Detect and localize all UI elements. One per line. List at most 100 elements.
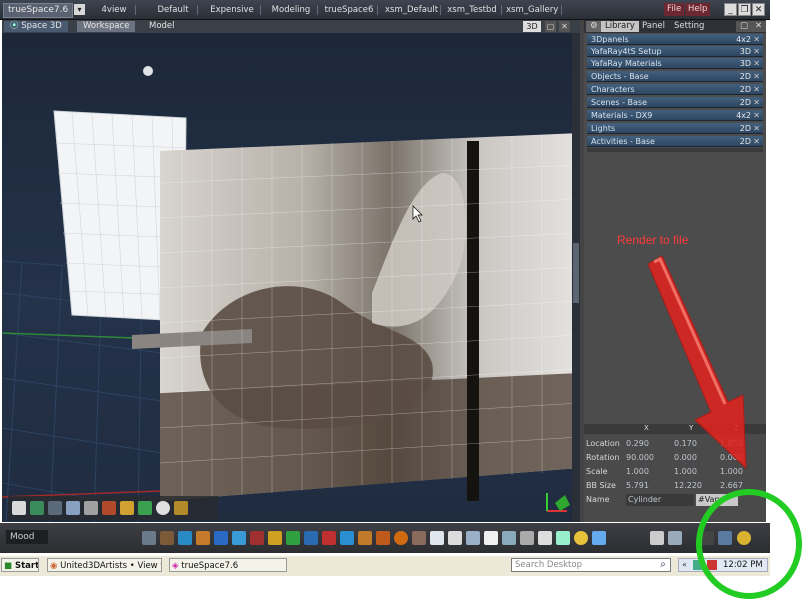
maximize-viewport-icon[interactable]: ▢ [545,21,556,32]
close-viewport-icon[interactable]: ✕ [559,21,570,32]
y-axis-icon[interactable] [304,531,318,545]
panel-maximize-icon[interactable]: ▢ [736,21,753,32]
prop-x-field[interactable]: 90.000 [626,452,654,464]
prop-z-field[interactable]: 0.000 [720,452,743,464]
library-row-scenes-base[interactable]: Scenes - Base 2D ✕ [587,97,763,108]
library-row-close-icon[interactable]: ✕ [753,97,760,108]
prop-x-field[interactable]: 0.290 [626,438,649,450]
close-button[interactable]: ✕ [752,3,765,16]
start-button[interactable]: ■ Start [1,558,39,572]
layout-tab-expensive[interactable]: Expensive [207,4,261,16]
paint-tool-icon[interactable] [66,501,80,515]
tab-panel[interactable]: Panel [638,21,669,32]
view-mode-3d-button[interactable]: 3D [523,21,541,32]
cube-icon[interactable] [214,531,228,545]
layout-tab-modeling[interactable]: Modeling [268,4,318,16]
tray-expand-icon[interactable]: « [682,559,687,571]
export-icon[interactable] [668,531,682,545]
move-icon[interactable] [142,531,156,545]
renderer-icon[interactable] [718,531,732,545]
light-icon[interactable] [143,66,153,76]
render-settings-icon[interactable] [700,531,714,545]
sphere-tool-icon[interactable] [156,501,170,515]
library-row-view[interactable]: 3D [740,58,751,69]
scale-icon[interactable] [178,531,192,545]
select-arrow-icon[interactable] [12,501,26,515]
library-row-yafaray-materials[interactable]: YafaRay Materials 3D ✕ [587,58,763,69]
library-row-activities-base[interactable]: Activities - Base 2D ✕ [587,136,763,147]
camera-icon[interactable] [196,531,210,545]
render-view-icon[interactable] [502,531,516,545]
library-row-view[interactable]: 2D [740,136,751,147]
prop-z-field[interactable]: 1.853 [720,438,743,450]
tray-app-icon[interactable] [707,560,717,570]
render-region-icon[interactable] [520,531,534,545]
library-row-view[interactable]: 4x2 [736,34,751,45]
tab-library[interactable]: Library [601,21,639,32]
library-row-close-icon[interactable]: ✕ [753,71,760,82]
tab-setting[interactable]: Setting [670,21,708,32]
layout-tab-4view[interactable]: 4view [96,4,136,16]
prop-z-field[interactable]: 2.667 [720,480,743,492]
library-row-close-icon[interactable]: ✕ [753,34,760,45]
object-tool-icon[interactable] [30,501,44,515]
file-menu[interactable]: File [664,3,685,16]
axes-icon[interactable] [268,531,282,545]
rotate-icon[interactable] [160,531,174,545]
x-axis-icon[interactable] [286,531,300,545]
library-row-objects-base[interactable]: Objects - Base 2D ✕ [587,71,763,82]
light-tool-icon[interactable] [174,501,188,515]
layout-icon[interactable] [466,531,480,545]
prop-x-field[interactable]: 1.000 [626,466,649,478]
taskbar-item-truespace[interactable]: ◈ trueSpace7.6 [169,558,287,572]
render-object-icon[interactable] [538,531,552,545]
render-to-file-icon[interactable] [574,531,588,545]
options-icon[interactable] [592,531,606,545]
library-row-close-icon[interactable]: ✕ [753,84,760,95]
grid-icon[interactable] [430,531,444,545]
prop-y-field[interactable]: 0.170 [674,438,697,450]
prop-y-field[interactable]: 0.000 [674,452,697,464]
tab-space3d[interactable]: ⦿ Space 3D [4,21,68,32]
search-icon[interactable]: ⌕ [656,558,670,572]
texture-icon[interactable] [412,531,426,545]
library-row-view[interactable]: 2D [740,71,751,82]
render-to-file-button-icon[interactable] [737,531,751,545]
link-tool-icon[interactable] [84,501,98,515]
render-scene-icon[interactable] [556,531,570,545]
deform-tool-icon[interactable] [102,501,116,515]
taskbar-item-browser[interactable]: ◉ United3DArtists • View to... [47,558,162,572]
library-row-lights[interactable]: Lights 2D ✕ [587,123,763,134]
library-row-view[interactable]: 2D [740,123,751,134]
library-row-close-icon[interactable]: ✕ [753,110,760,121]
library-row-close-icon[interactable]: ✕ [753,58,760,69]
library-row-view[interactable]: 3D [740,46,751,57]
help-menu[interactable]: Help [685,3,711,16]
hammer-icon[interactable] [358,531,372,545]
layout-tab-truespace6[interactable]: trueSpace6 [324,4,378,16]
tab-model[interactable]: Model [143,21,181,32]
library-row-yafaray-setup[interactable]: YafaRay4tS Setup 3D ✕ [587,46,763,57]
tab-workspace[interactable]: Workspace [77,21,136,32]
library-row-materials-dx9[interactable]: Materials - DX9 4x2 ✕ [587,110,763,121]
material-ball-icon[interactable] [394,531,408,545]
layout-tab-xsm-default[interactable]: xsm_Default [385,4,441,16]
prop-z-field[interactable]: 1.000 [720,466,743,478]
layout-dropdown-button[interactable]: ▾ [74,4,85,15]
box-tool-icon[interactable] [48,501,62,515]
restore-button[interactable]: ❐ [738,3,751,16]
primitive-icon[interactable] [232,531,246,545]
layout-tab-xsm-testbd[interactable]: xsm_Testbd [446,4,502,16]
render-tool-icon[interactable] [138,501,152,515]
panel-close-icon[interactable]: ✕ [751,21,767,32]
material-tool-icon[interactable] [120,501,134,515]
minimize-button[interactable]: _ [724,3,737,16]
save-icon[interactable] [650,531,664,545]
light-add-icon[interactable] [250,531,264,545]
library-row-view[interactable]: 2D [740,84,751,95]
library-row-3dpanels[interactable]: 3Dpanels 4x2 ✕ [587,34,763,45]
library-row-close-icon[interactable]: ✕ [753,136,760,147]
library-row-close-icon[interactable]: ✕ [753,123,760,134]
paint-bucket-icon[interactable] [376,531,390,545]
vary-button[interactable]: #Vary [696,494,738,506]
